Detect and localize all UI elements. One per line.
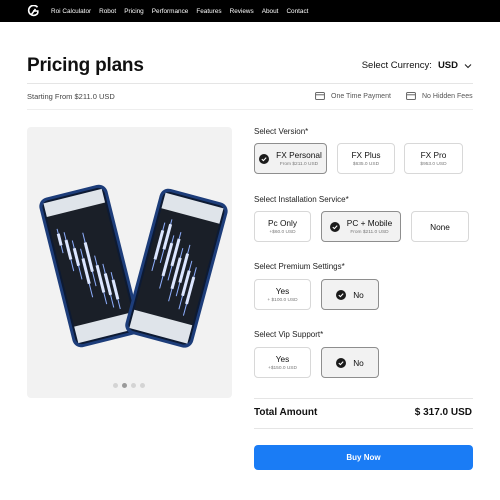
currency-value: USD — [437, 60, 458, 71]
currency-selector[interactable]: Select Currency: USD — [362, 60, 472, 71]
carousel-dots — [113, 383, 145, 388]
option-price: + $100.0 USD — [267, 298, 298, 303]
option-price: +$150.0 USD — [268, 366, 297, 371]
currency-label: Select Currency: — [361, 60, 432, 71]
carousel-dot[interactable] — [131, 383, 136, 388]
total-label: Total Amount — [254, 407, 318, 418]
option-name: FX Pro — [420, 150, 447, 160]
option-name: No — [353, 289, 364, 300]
feature-no-hidden-fees: No Hidden Fees — [406, 92, 473, 100]
option-name: FX Plus — [351, 150, 381, 160]
option-price: From $211.0 USD — [279, 162, 319, 167]
feature-one-time-payment: One Time Payment — [315, 92, 391, 100]
carousel-dot-active[interactable] — [122, 383, 127, 388]
option-fx-personal[interactable]: FX Personal From $211.0 USD — [254, 143, 327, 174]
option-vip-no[interactable]: No — [321, 347, 379, 378]
option-name: PC + Mobile — [346, 218, 393, 228]
nav-link-reviews[interactable]: Reviews — [230, 8, 254, 15]
option-name: FX Personal — [276, 150, 322, 160]
nav-link-contact[interactable]: Contact — [286, 8, 308, 15]
product-image-phones — [39, 184, 228, 348]
option-premium-yes[interactable]: Yes + $100.0 USD — [254, 279, 311, 310]
nav-link-about[interactable]: About — [262, 8, 279, 15]
divider — [27, 83, 473, 84]
check-circle-icon — [336, 357, 347, 368]
option-fx-plus[interactable]: FX Plus $635.0 USD — [337, 143, 395, 174]
divider — [27, 109, 473, 110]
option-pc-only[interactable]: Pc Only +$60.0 USD — [254, 211, 311, 242]
nav-link-pricing[interactable]: Pricing — [124, 8, 144, 15]
option-name: No — [353, 357, 364, 368]
nav-link-performance[interactable]: Performance — [152, 8, 189, 15]
installation-label: Select Installation Service* — [254, 195, 349, 204]
brand-logo-icon[interactable] — [27, 5, 39, 17]
buy-now-button[interactable]: Buy Now — [254, 445, 473, 470]
option-price: From $211.0 USD — [350, 230, 389, 235]
option-price: $953.0 USD — [420, 162, 447, 167]
nav-link-roi-calculator[interactable]: Roi Calculator — [51, 8, 91, 15]
option-pc-mobile[interactable]: PC + Mobile From $211.0 USD — [321, 211, 401, 242]
option-vip-yes[interactable]: Yes +$150.0 USD — [254, 347, 311, 378]
carousel-dot[interactable] — [113, 383, 118, 388]
option-name: Pc Only — [267, 218, 298, 228]
divider — [254, 398, 473, 399]
feature-label: One Time Payment — [331, 92, 391, 100]
total-value: $ 317.0 USD — [414, 407, 472, 418]
option-name: None — [430, 221, 450, 232]
chevron-down-icon — [464, 63, 472, 68]
option-none[interactable]: None — [411, 211, 469, 242]
option-name: Yes — [275, 286, 290, 296]
option-premium-no[interactable]: No — [321, 279, 379, 310]
option-name: Yes — [275, 354, 290, 364]
check-circle-icon — [336, 289, 347, 300]
phone-right — [125, 188, 228, 348]
option-fx-pro[interactable]: FX Pro $953.0 USD — [404, 143, 463, 174]
version-label: Select Version* — [254, 127, 309, 136]
starting-price: Starting From $211.0 USD — [27, 92, 115, 101]
card-icon — [315, 92, 325, 100]
nav-links: Roi Calculator Robot Pricing Performance… — [51, 0, 308, 22]
feature-label: No Hidden Fees — [422, 92, 473, 100]
check-circle-icon — [329, 221, 340, 232]
nav-link-features[interactable]: Features — [196, 8, 221, 15]
page-title: Pricing plans — [27, 55, 144, 76]
divider — [254, 428, 473, 429]
product-gallery[interactable] — [27, 127, 232, 398]
top-navbar: Roi Calculator Robot Pricing Performance… — [0, 0, 500, 22]
vip-label: Select Vip Support* — [254, 330, 324, 339]
carousel-dot[interactable] — [140, 383, 145, 388]
card-icon — [406, 92, 416, 100]
option-price: $635.0 USD — [352, 162, 380, 167]
check-circle-icon — [259, 153, 270, 164]
premium-label: Select Premium Settings* — [254, 262, 345, 271]
option-price: +$60.0 USD — [269, 230, 296, 235]
nav-link-robot[interactable]: Robot — [99, 8, 116, 15]
